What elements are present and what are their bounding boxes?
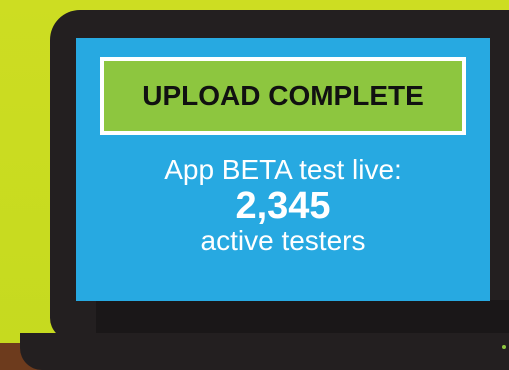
upload-status-banner: UPLOAD COMPLETE — [100, 57, 466, 135]
upload-complete-illustration: UPLOAD COMPLETE App BETA test live: 2,34… — [0, 0, 509, 370]
beta-status-text: App BETA test live: — [164, 154, 402, 185]
active-tester-count: 2,345 — [235, 185, 331, 227]
upload-status-label: UPLOAD COMPLETE — [104, 61, 462, 131]
active-tester-label: active testers — [200, 225, 366, 256]
status-light-icon — [502, 345, 506, 349]
laptop-base — [20, 333, 509, 370]
laptop-bottom-bezel — [96, 300, 509, 334]
beta-stats: App BETA test live: 2,345 active testers — [76, 154, 490, 256]
